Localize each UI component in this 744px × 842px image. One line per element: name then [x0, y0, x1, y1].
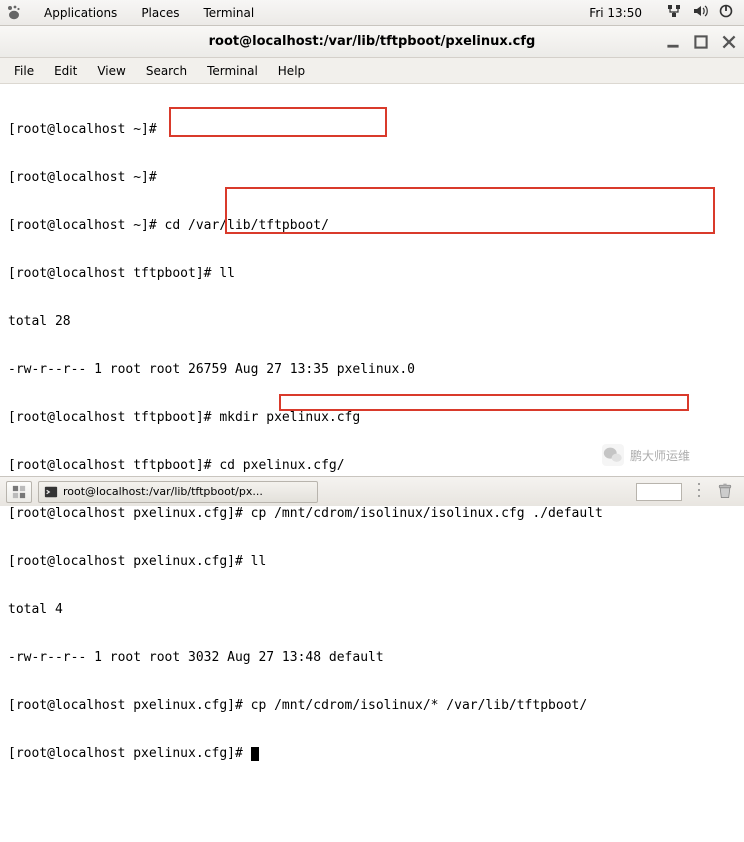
terminal-icon — [44, 485, 58, 499]
desktop-top-panel: Applications Places Terminal Fri 13:50 — [0, 0, 744, 26]
power-icon[interactable] — [718, 3, 734, 22]
trash-icon[interactable] — [716, 482, 738, 502]
terminal-line: [root@localhost tftpboot]# mkdir pxelinu… — [8, 410, 736, 426]
terminal-menubar: File Edit View Search Terminal Help — [0, 58, 744, 84]
terminal-line: [root@localhost ~]# — [8, 170, 736, 186]
menu-terminal[interactable]: Terminal — [191, 6, 266, 20]
volume-icon[interactable] — [692, 3, 708, 22]
terminal-line: total 28 — [8, 314, 736, 330]
window-title: root@localhost:/var/lib/tftpboot/pxelinu… — [209, 34, 536, 49]
menu-search[interactable]: Search — [136, 64, 197, 78]
top-menu-group: Applications Places Terminal — [32, 6, 266, 20]
watermark-text: 鹏大师运维 — [630, 447, 690, 464]
terminal-line: -rw-r--r-- 1 root root 3032 Aug 27 13:48… — [8, 650, 736, 666]
highlight-box — [279, 394, 689, 411]
minimize-button[interactable] — [666, 35, 680, 49]
terminal-line: [root@localhost tftpboot]# ll — [8, 266, 736, 282]
window-controls — [666, 26, 736, 58]
terminal-cursor — [251, 747, 259, 761]
menu-places[interactable]: Places — [129, 6, 191, 20]
gnome-foot-icon[interactable] — [6, 5, 22, 21]
desktop-bottom-panel: root@localhost:/var/lib/tftpboot/px... — [0, 476, 744, 506]
workspace-switcher[interactable] — [636, 483, 682, 501]
network-icon[interactable] — [666, 3, 682, 22]
window-titlebar[interactable]: root@localhost:/var/lib/tftpboot/pxelinu… — [0, 26, 744, 58]
taskbar-window-button[interactable]: root@localhost:/var/lib/tftpboot/px... — [38, 481, 318, 503]
terminal-line: total 4 — [8, 602, 736, 618]
system-tray — [662, 3, 738, 22]
show-desktop-button[interactable] — [6, 481, 32, 503]
tray-separator — [690, 481, 708, 502]
terminal-content[interactable]: [root@localhost ~]# [root@localhost ~]# … — [0, 84, 744, 468]
menu-terminal-app[interactable]: Terminal — [197, 64, 268, 78]
maximize-button[interactable] — [694, 35, 708, 49]
menu-edit[interactable]: Edit — [44, 64, 87, 78]
terminal-line: [root@localhost pxelinux.cfg]# ll — [8, 554, 736, 570]
terminal-line: [root@localhost pxelinux.cfg]# cp /mnt/c… — [8, 698, 736, 714]
terminal-line: -rw-r--r-- 1 root root 26759 Aug 27 13:3… — [8, 362, 736, 378]
close-button[interactable] — [722, 35, 736, 49]
wechat-icon — [602, 444, 624, 466]
menu-help[interactable]: Help — [268, 64, 315, 78]
menu-file[interactable]: File — [4, 64, 44, 78]
taskbar-window-label: root@localhost:/var/lib/tftpboot/px... — [63, 485, 263, 498]
watermark: 鹏大师运维 — [602, 444, 690, 466]
terminal-line-current: [root@localhost pxelinux.cfg]# — [8, 746, 736, 762]
clock[interactable]: Fri 13:50 — [579, 6, 652, 20]
terminal-line: [root@localhost ~]# — [8, 122, 736, 138]
taskbar-right-group — [636, 481, 738, 502]
menu-applications[interactable]: Applications — [32, 6, 129, 20]
terminal-line: [root@localhost ~]# cd /var/lib/tftpboot… — [8, 218, 736, 234]
terminal-line: [root@localhost pxelinux.cfg]# cp /mnt/c… — [8, 506, 736, 522]
menu-view[interactable]: View — [87, 64, 135, 78]
